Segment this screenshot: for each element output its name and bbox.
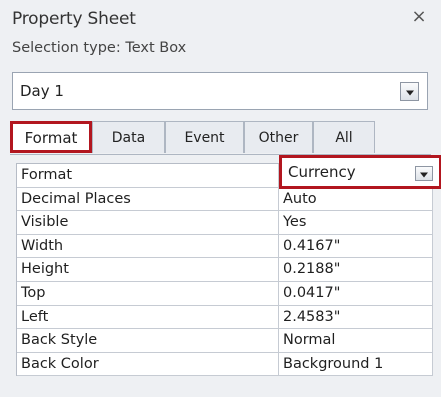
property-value[interactable]: 2.4583" (279, 305, 433, 329)
property-name: Decimal Places (17, 187, 279, 211)
tab-strip: Format Data Event Other All (10, 121, 430, 154)
format-dropdown-button[interactable] (415, 166, 433, 181)
property-value[interactable]: Normal (279, 329, 433, 352)
property-value[interactable]: Yes (279, 211, 433, 234)
property-name: Left (17, 305, 279, 329)
chevron-down-icon (405, 90, 414, 95)
property-value[interactable]: 0.4167" (279, 234, 433, 258)
format-value-dropdown[interactable]: Currency (279, 155, 441, 189)
property-name: Format (17, 164, 279, 187)
property-value[interactable]: 0.2188" (279, 258, 433, 281)
close-icon[interactable]: × (407, 5, 431, 29)
property-name: Height (17, 258, 279, 281)
tab-format[interactable]: Format (10, 121, 92, 153)
tab-event[interactable]: Event (165, 121, 244, 153)
property-value[interactable]: Background 1 (279, 352, 433, 376)
selection-type-label: Selection type: Text Box (12, 40, 187, 56)
property-name: Top (17, 281, 279, 305)
property-name: Back Style (17, 329, 279, 352)
table-row[interactable]: Decimal Places Auto (17, 187, 433, 212)
table-row[interactable]: Back Color Background 1 (17, 352, 433, 377)
property-sheet-panel: Property Sheet × Selection type: Text Bo… (0, 0, 441, 397)
property-value[interactable]: 0.0417" (279, 281, 433, 305)
dropdown-button[interactable] (400, 82, 419, 101)
table-row[interactable]: Left 2.4583" (17, 305, 433, 330)
object-selector-dropdown[interactable]: Day 1 (12, 72, 428, 110)
table-row[interactable]: Visible Yes (17, 211, 433, 235)
property-name: Visible (17, 211, 279, 234)
property-name: Back Color (17, 352, 279, 376)
tab-all[interactable]: All (313, 121, 375, 153)
object-selector-value: Day 1 (20, 82, 64, 100)
table-row[interactable]: Height 0.2188" (17, 258, 433, 282)
tab-data[interactable]: Data (92, 121, 165, 153)
property-value[interactable]: Auto (279, 187, 433, 211)
table-row[interactable]: Top 0.0417" (17, 281, 433, 306)
table-row[interactable]: Width 0.4167" (17, 234, 433, 259)
property-grid: Format Decimal Places Auto Visible Yes W… (16, 163, 433, 377)
chevron-down-icon (420, 172, 428, 177)
panel-title: Property Sheet (12, 9, 136, 29)
property-name: Width (17, 234, 279, 258)
format-value: Currency (288, 163, 356, 181)
tab-other[interactable]: Other (244, 121, 313, 153)
table-row[interactable]: Back Style Normal (17, 329, 433, 353)
